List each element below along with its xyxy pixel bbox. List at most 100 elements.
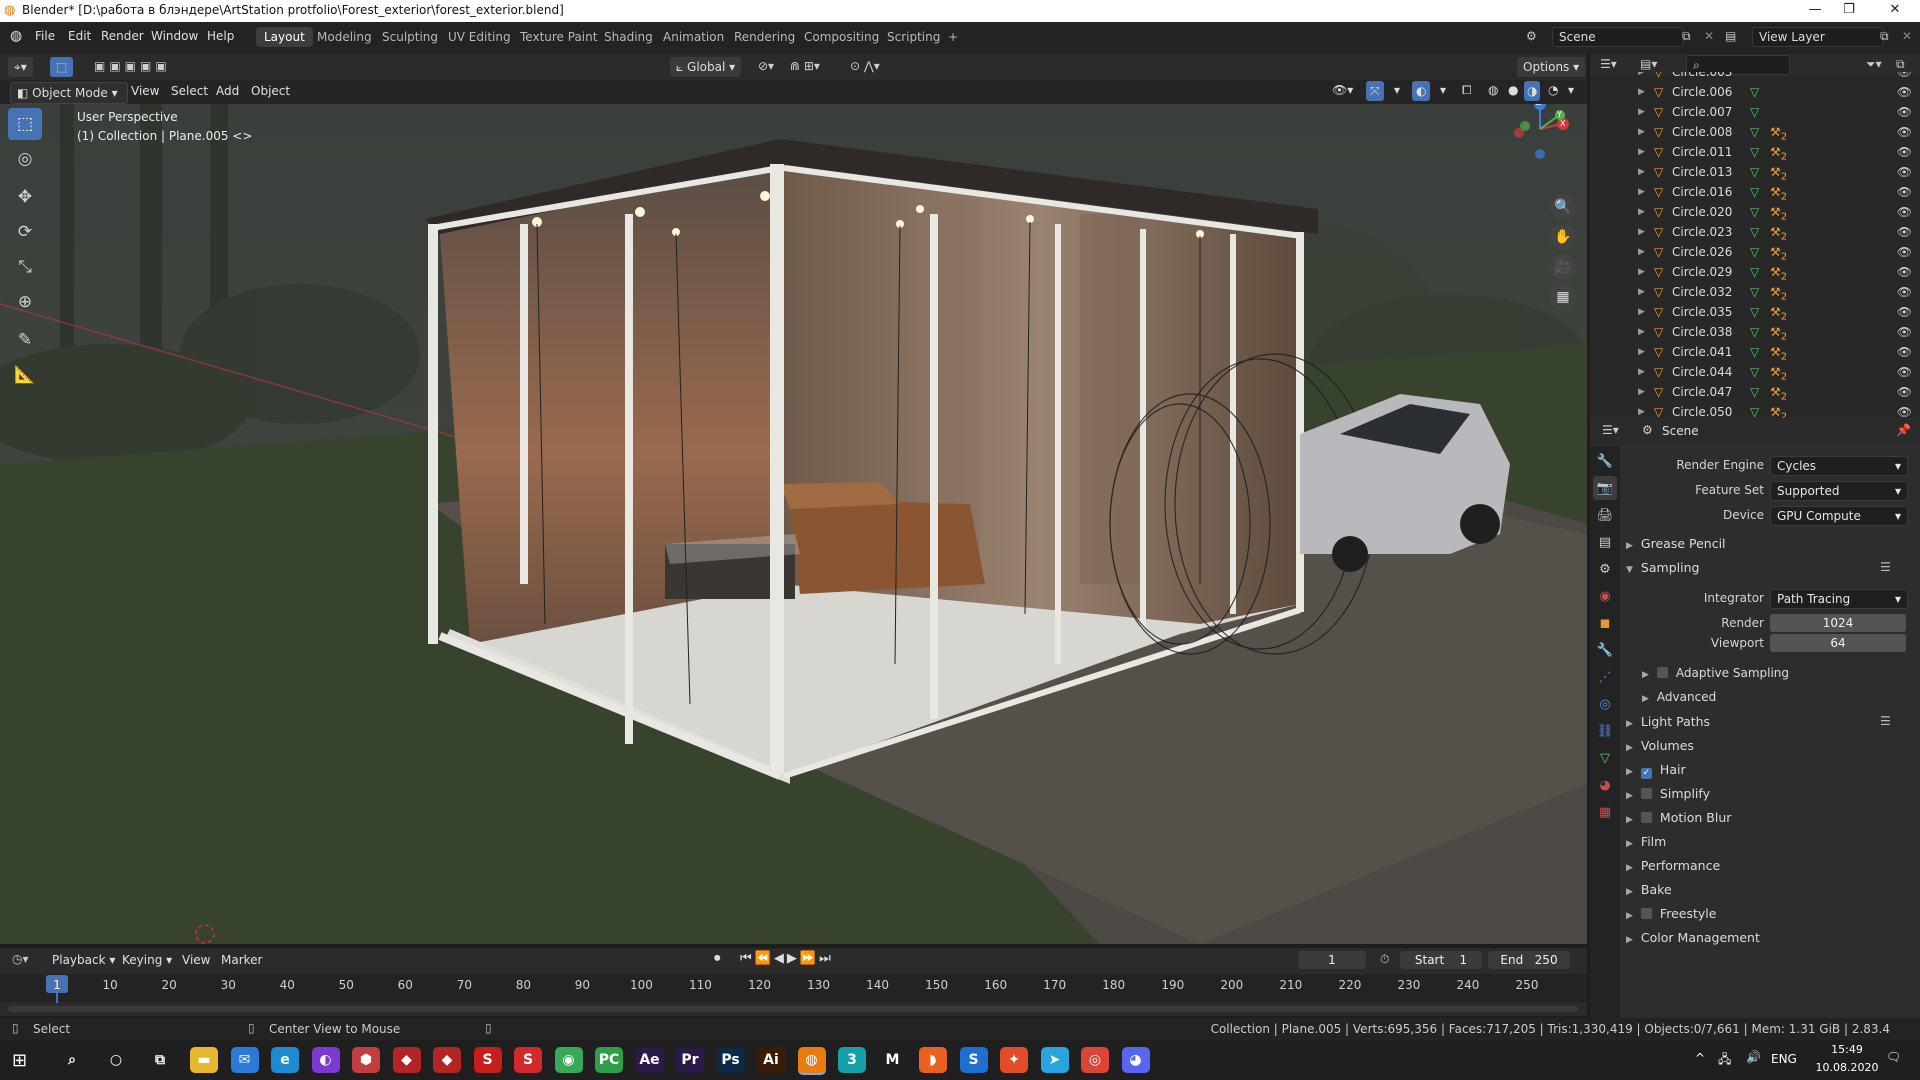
world-tab-icon[interactable]: ◉ (1593, 584, 1617, 608)
display-mode-icon[interactable]: ▤▾ (1640, 57, 1657, 71)
integrator-dropdown[interactable]: Path Tracing ▾ (1770, 589, 1908, 609)
subpanel-advanced[interactable]: ▶ Advanced (1642, 690, 1716, 704)
simplify-checkbox[interactable] (1640, 788, 1652, 799)
app-s-multi-icon[interactable]: S (959, 1047, 988, 1073)
view-layer-selector[interactable]: View Layer (1752, 27, 1884, 47)
expand-arrow-icon[interactable]: ▶ (1638, 282, 1645, 302)
playback-controls[interactable]: ⏮⏪◀▶⏩⏭ (740, 951, 834, 966)
premiere-icon[interactable]: Pr (676, 1047, 704, 1073)
material-tab-icon[interactable]: ◕ (1593, 773, 1617, 797)
cursor-tool-icon[interactable]: ◎ (8, 143, 42, 175)
timeline-menu-keying[interactable]: Keying ▾ (122, 953, 172, 967)
blender-icon[interactable]: ◍ (797, 1047, 826, 1075)
panel-hair[interactable]: ▶ ✓ Hair (1626, 762, 1686, 779)
app-s-red2-icon[interactable]: S (514, 1047, 542, 1073)
eye-icon[interactable]: 👁 (1897, 122, 1912, 142)
eye-icon[interactable]: 👁 (1897, 362, 1912, 382)
physics-tab-icon[interactable]: ◎ (1593, 692, 1617, 716)
delete-view-layer-icon[interactable]: ✕ (1902, 29, 1912, 43)
clock-time[interactable]: 15:49 (1818, 1043, 1876, 1056)
outliner-row[interactable]: ▶ ▽ Circle.008 ▽ ⚒2 👁 (1590, 122, 1920, 142)
maya-icon[interactable]: M (878, 1047, 907, 1073)
transform-orientation-dropdown[interactable]: ⟀ Global ▾ (670, 57, 742, 77)
app-s-red-icon[interactable]: S (473, 1047, 502, 1073)
chrome-icon[interactable]: ◎ (1081, 1047, 1109, 1073)
tool-tab-icon[interactable]: 🔧 (1593, 449, 1617, 473)
record-icon[interactable]: ⏺ (714, 951, 721, 966)
view-layer-tab-icon[interactable]: ▤ (1593, 530, 1617, 554)
end-frame-field[interactable]: End 250 (1488, 951, 1570, 969)
app-red2-icon[interactable]: ◆ (433, 1047, 461, 1073)
eye-icon[interactable]: 👁 (1897, 242, 1912, 262)
workspace-tab-uv-editing[interactable]: UV Editing (440, 27, 519, 47)
eye-icon[interactable]: 👁 (1897, 182, 1912, 202)
visibility-icon[interactable]: 👁▾ (1332, 83, 1353, 97)
modifier-tab-icon[interactable]: 🔧 (1593, 638, 1617, 662)
windows-start-icon[interactable]: ⊞ (12, 1050, 27, 1071)
viewport-samples-field[interactable]: 64 (1770, 634, 1906, 652)
constraints-tab-icon[interactable]: ⛓ (1593, 719, 1617, 743)
app-purple-icon[interactable]: ◐ (311, 1047, 340, 1073)
solid-shading-icon[interactable]: ● (1508, 83, 1518, 97)
menu-edit[interactable]: Edit (68, 29, 91, 43)
pin-icon[interactable]: 📌 (1896, 423, 1911, 437)
outliner-row[interactable]: ▶ ▽ Circle.013 ▽ ⚒2 👁 (1590, 162, 1920, 182)
maximize-button[interactable]: ❐ (1834, 2, 1864, 17)
move-tool-icon[interactable]: ✥ (8, 181, 42, 213)
workspace-tab-shading[interactable]: Shading (596, 27, 661, 47)
edge-icon[interactable]: e (271, 1047, 299, 1073)
outliner-row[interactable]: ▶ ▽ Circle.044 ▽ ⚒2 👁 (1590, 362, 1920, 382)
outliner-row[interactable]: ▶ ▽ Circle.047 ▽ ⚒2 👁 (1590, 382, 1920, 402)
device-dropdown[interactable]: GPU Compute ▾ (1770, 506, 1908, 526)
app-orange-icon[interactable]: ◗ (919, 1047, 947, 1073)
eye-icon[interactable]: 👁 (1897, 72, 1912, 82)
workspace-tab-modeling[interactable]: Modeling (309, 27, 380, 47)
task-view-icon[interactable]: ⧉ (146, 1047, 174, 1073)
shading-dropdown-icon[interactable]: ▾ (1568, 83, 1574, 97)
new-scene-icon[interactable]: ⧉ (1682, 29, 1691, 44)
workspace-tab-sculpting[interactable]: Sculpting (374, 27, 446, 47)
scale-tool-icon[interactable]: ⤡ (8, 251, 42, 283)
rotate-tool-icon[interactable]: ⟳ (8, 216, 42, 248)
timeline-scrollbar[interactable] (8, 1006, 1578, 1012)
annotate-tool-icon[interactable]: ✎ (8, 324, 42, 356)
presets-icon[interactable]: ☰ (1880, 560, 1891, 574)
outliner-row[interactable]: ▶ ▽ Circle.050 ▽ ⚒2 👁 (1590, 402, 1920, 418)
outliner-row[interactable]: ▶ ▽ Circle.016 ▽ ⚒2 👁 (1590, 182, 1920, 202)
navigation-gizmo[interactable]: Z Y X (1505, 104, 1575, 164)
expand-arrow-icon[interactable]: ▶ (1638, 402, 1645, 418)
selection-mode-icons[interactable]: ▣▣▣▣▣ (94, 59, 171, 73)
photoshop-icon[interactable]: Ps (716, 1047, 745, 1073)
eye-icon[interactable]: 👁 (1897, 302, 1912, 322)
expand-arrow-icon[interactable]: ▶ (1638, 142, 1645, 162)
eye-icon[interactable]: 👁 (1897, 142, 1912, 162)
blender-menu-icon[interactable]: ◍ (10, 28, 22, 44)
eye-icon[interactable]: 👁 (1897, 382, 1912, 402)
xray-toggle-icon[interactable]: ⧠ (1462, 83, 1472, 98)
panel-film[interactable]: ▶ Film (1626, 834, 1666, 849)
snap-icon[interactable]: ⋒ ⊞▾ (790, 59, 820, 73)
app-green-icon[interactable]: ◉ (554, 1047, 583, 1073)
expand-arrow-icon[interactable]: ▶ (1638, 322, 1645, 342)
workspace-tab-layout[interactable]: Layout (256, 27, 313, 47)
filter-icon[interactable]: ⏷▾ (1866, 57, 1882, 72)
workspace-tab-compositing[interactable]: Compositing (796, 27, 887, 47)
3dsmax-icon[interactable]: 3 (838, 1047, 866, 1073)
panel-bake[interactable]: ▶ Bake (1626, 882, 1672, 897)
outliner-row[interactable]: ▶ ▽ Circle.023 ▽ ⚒2 👁 (1590, 222, 1920, 242)
volume-icon[interactable]: 🔊 (1746, 1050, 1761, 1064)
discord-icon[interactable]: ◕ (1121, 1047, 1150, 1073)
timeline-editor-type-icon[interactable]: ◷▾ (12, 952, 29, 966)
presets-icon[interactable]: ☰ (1880, 714, 1891, 728)
pycharm-icon[interactable]: PC (595, 1047, 623, 1073)
panel-motion-blur[interactable]: ▶ Motion Blur (1626, 810, 1731, 825)
render-samples-field[interactable]: 1024 (1770, 614, 1906, 632)
adaptive-sampling-checkbox[interactable] (1656, 667, 1668, 678)
outliner-row[interactable]: ▶ ▽ Circle.020 ▽ ⚒2 👁 (1590, 202, 1920, 222)
file-explorer-icon[interactable]: ▬ (190, 1047, 218, 1073)
cortana-icon[interactable]: ○ (102, 1047, 130, 1073)
scene-selector[interactable]: Scene (1552, 27, 1684, 47)
expand-arrow-icon[interactable]: ▶ (1638, 362, 1645, 382)
outliner-row[interactable]: ▶ ▽ Circle.011 ▽ ⚒2 👁 (1590, 142, 1920, 162)
viewport-menu-add[interactable]: Add (216, 84, 239, 98)
